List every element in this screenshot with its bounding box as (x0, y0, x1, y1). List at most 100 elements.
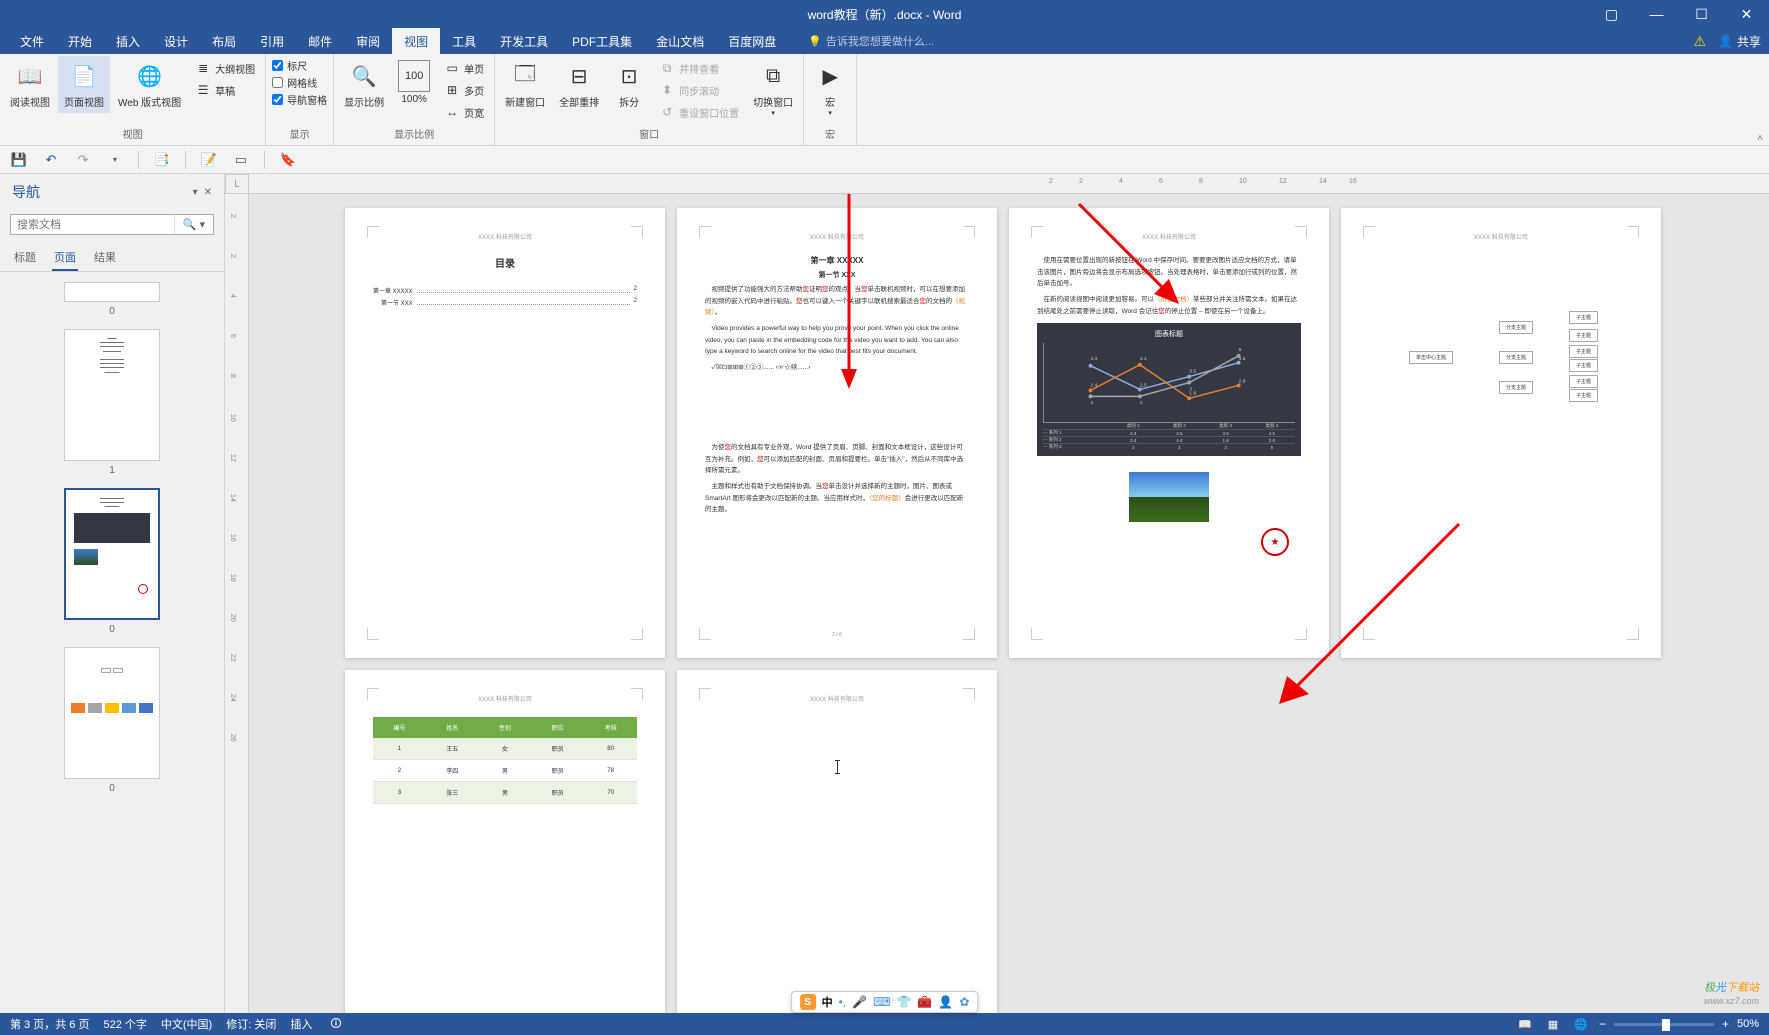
ribbon-display-options-button[interactable]: ▢ (1589, 0, 1634, 28)
ime-voice-icon[interactable]: 🎤 (852, 995, 867, 1009)
toc-button[interactable]: 📑 (153, 151, 171, 169)
ime-skin-icon[interactable]: 👕 (896, 995, 911, 1009)
tab-design[interactable]: 设计 (152, 28, 200, 54)
ime-mode[interactable]: 中 (822, 994, 833, 1010)
tab-tools[interactable]: 工具 (440, 28, 488, 54)
zoom-button[interactable]: 🔍 显示比例 (338, 56, 390, 113)
close-button[interactable]: ✕ (1724, 0, 1769, 28)
status-insert[interactable]: 插入 (290, 1016, 312, 1032)
tab-mailings[interactable]: 邮件 (296, 28, 344, 54)
navpane-dropdown-button[interactable]: ▾ (193, 187, 198, 198)
share-button[interactable]: 👤 共享 (1718, 33, 1761, 50)
zoom-in-button[interactable]: + (1722, 1017, 1729, 1031)
search-icon[interactable]: 🔍 ▾ (174, 215, 213, 234)
outline-view-button[interactable]: ≣ 大纲视图 (191, 58, 259, 78)
ruler-corner[interactable]: L (225, 174, 249, 194)
tab-baidu[interactable]: 百度网盘 (716, 28, 788, 54)
tree-diagram[interactable]: 单击中心主题 分支主题 分支主题 分支主题 子主题 子主题 子主题 子主题 子主… (1369, 301, 1633, 421)
zoom-out-button[interactable]: − (1599, 1017, 1606, 1031)
thumb-item[interactable]: 0 (10, 282, 214, 317)
statusbar: 第 3 页，共 6 页 522 个字 中文(中国) 修订: 关闭 插入 🛈 📖 … (0, 1013, 1769, 1035)
tab-kingsoft[interactable]: 金山文档 (644, 28, 716, 54)
draft-view-button[interactable]: ☰ 草稿 (191, 80, 259, 100)
arrange-all-button[interactable]: ⊟ 全部重排 (553, 56, 605, 113)
tab-layout[interactable]: 布局 (200, 28, 248, 54)
read-mode-button[interactable]: 📖 阅读视图 (4, 56, 56, 113)
collapse-ribbon-button[interactable]: ˄ (1757, 133, 1763, 144)
horizontal-ruler[interactable]: 2 24 68 1012 1416 (249, 174, 1769, 194)
navpane-close-button[interactable]: ✕ (204, 187, 212, 198)
gridlines-checkbox[interactable]: 网格线 (272, 75, 327, 90)
ime-keyboard-icon[interactable]: ⌨ (873, 995, 890, 1009)
research-button[interactable]: 🔖 (279, 151, 297, 169)
landscape-image[interactable] (1129, 472, 1209, 522)
tab-review[interactable]: 审阅 (344, 28, 392, 54)
warning-icon[interactable]: ⚠ (1693, 33, 1706, 50)
zoom-level[interactable]: 50% (1737, 1018, 1759, 1030)
zoom-slider[interactable] (1614, 1023, 1714, 1026)
maximize-button[interactable]: ☐ (1679, 0, 1724, 28)
navpane-tab-results[interactable]: 结果 (92, 245, 118, 271)
tab-references[interactable]: 引用 (248, 28, 296, 54)
ime-user-icon[interactable]: 👤 (938, 995, 953, 1009)
document-page[interactable]: XXXX 科技有限公司 使用在需要位置出现的新按钮在 Word 中保存时间。要要… (1009, 208, 1329, 658)
thumb-item[interactable]: 0 (10, 647, 214, 794)
tellme-search[interactable]: 💡 告诉我您想要做什么... (808, 28, 934, 54)
data-table[interactable]: 编号姓名性别职位考核 1王五女职员80 2李四男职员78 3张三男职员70 (373, 717, 637, 804)
switch-windows-button[interactable]: ⧉ 切换窗口 ▾ (747, 56, 799, 121)
thumb-item[interactable]: ▬▬▬▬▬▬▬▬▬▬▬▬▬▬▬▬▬▬▬▬▬▬▬▬▬▬▬▬▬▬▬▬▬▬▬▬▬▬▬▬… (10, 329, 214, 476)
status-track[interactable]: 修订: 关闭 (226, 1016, 276, 1032)
navpane-thumbnails[interactable]: 0 ▬▬▬▬▬▬▬▬▬▬▬▬▬▬▬▬▬▬▬▬▬▬▬▬▬▬▬▬▬▬▬▬▬▬▬▬▬▬… (0, 272, 224, 1013)
status-page[interactable]: 第 3 页，共 6 页 (10, 1016, 89, 1032)
navpane-tab-pages[interactable]: 页面 (52, 245, 78, 271)
tab-developer[interactable]: 开发工具 (488, 28, 560, 54)
tab-home[interactable]: 开始 (56, 28, 104, 54)
save-button[interactable]: 💾 (10, 151, 28, 169)
split-button[interactable]: ⊡ 拆分 (607, 56, 651, 113)
page-width-button[interactable]: ↔页宽 (440, 102, 488, 122)
status-lang[interactable]: 中文(中国) (161, 1016, 212, 1032)
read-mode-view-button[interactable]: 📖 (1515, 1016, 1535, 1032)
vertical-ruler[interactable]: 22 46 810 1214 1618 2022 2426 (225, 194, 249, 1013)
tab-insert[interactable]: 插入 (104, 28, 152, 54)
tab-view[interactable]: 视图 (392, 28, 440, 54)
web-layout-view-button[interactable]: 🌐 (1571, 1016, 1591, 1032)
read-mode-icon: 📖 (14, 60, 46, 92)
tab-pdf[interactable]: PDF工具集 (560, 28, 644, 54)
ime-toolbox-icon[interactable]: 🧰 (917, 995, 932, 1009)
chart[interactable]: 图表标题 4.34.454.5 2. (1037, 323, 1301, 456)
ime-settings-icon[interactable]: ✿ (959, 995, 969, 1009)
print-layout-view-button[interactable]: ▦ (1543, 1016, 1563, 1032)
one-page-button[interactable]: ▭单页 (440, 58, 488, 78)
document-page[interactable]: XXXX 科技有限公司 单击中心主题 分支主题 分支主题 分支主题 子主题 子主… (1341, 208, 1661, 658)
document-scroll-area[interactable]: XXXX 科技有限公司 目录 第一章 XXXXX2 第一节 XXX2 XXXX … (249, 194, 1769, 1013)
document-page[interactable]: XXXX 科技有限公司 编号姓名性别职位考核 1王五女职员80 2李四男职员78… (345, 670, 665, 1013)
macros-button[interactable]: ▶ 宏 ▾ (808, 56, 852, 121)
print-layout-button[interactable]: 📄 页面视图 (58, 56, 110, 113)
tab-file[interactable]: 文件 (8, 28, 56, 54)
multi-page-button[interactable]: ⊞多页 (440, 80, 488, 100)
ime-toolbar[interactable]: S 中 •, 🎤 ⌨ 👕 🧰 👤 ✿ (791, 991, 979, 1013)
next-button[interactable]: ▭ (232, 151, 250, 169)
document-page[interactable]: XXXX 科技有限公司 目录 第一章 XXXXX2 第一节 XXX2 (345, 208, 665, 658)
ruler-checkbox[interactable]: 标尺 (272, 58, 327, 73)
navpane-checkbox[interactable]: 导航窗格 (272, 92, 327, 107)
insert-endnote-button[interactable]: 📝 (200, 151, 218, 169)
web-layout-button[interactable]: 🌐 Web 版式视图 (112, 56, 187, 113)
navpane-search[interactable]: 🔍 ▾ (10, 214, 214, 235)
undo-button[interactable]: ↶ (42, 151, 60, 169)
new-window-button[interactable]: 🗔 新建窗口 (499, 56, 551, 113)
document-page[interactable]: XXXX 科技有限公司 单击填注内容 (677, 670, 997, 1013)
search-input[interactable] (11, 215, 174, 234)
zoom-100-button[interactable]: 100 100% (392, 56, 436, 109)
status-extra-icon[interactable]: 🛈 (330, 1015, 341, 1034)
sogou-logo-icon[interactable]: S (800, 994, 816, 1010)
minimize-button[interactable]: — (1634, 0, 1679, 28)
ime-punct-icon[interactable]: •, (839, 995, 847, 1009)
navpane-tab-headings[interactable]: 标题 (12, 245, 38, 271)
document-page[interactable]: XXXX 科技有限公司 第一章 XXXXX 第一节 XXX 视频提供了功能强大的… (677, 208, 997, 658)
thumb-item[interactable]: ▬▬▬▬▬▬▬▬▬▬▬▬▬▬▬▬▬▬▬▬▬ 0 (10, 488, 214, 635)
qat-customize-button[interactable]: ▾ (106, 151, 124, 169)
redo-button[interactable]: ↷ (74, 151, 92, 169)
status-words[interactable]: 522 个字 (103, 1016, 146, 1032)
